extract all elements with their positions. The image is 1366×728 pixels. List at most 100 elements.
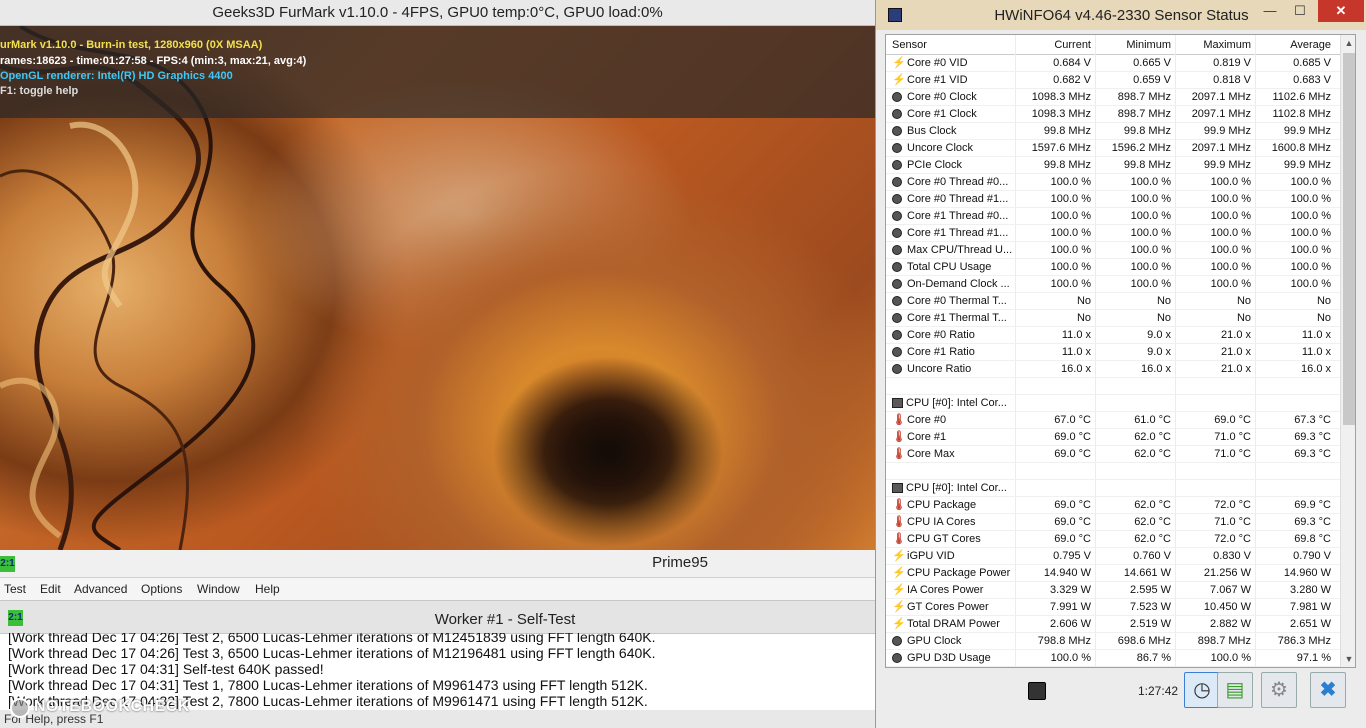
sensor-row[interactable]: Core #1 Clock 1098.3 MHz 898.7 MHz 2097.1 M… bbox=[886, 106, 1340, 123]
sensor-row[interactable]: GPU Clock 798.8 MHz 698.6 MHz 898.7 MHz 786.… bbox=[886, 633, 1340, 650]
sensor-monitor-icon[interactable] bbox=[1028, 682, 1046, 700]
sensor-row[interactable]: Core #0 Thread #1... 100.0 % 100.0 % 100.0 … bbox=[886, 191, 1340, 208]
sensor-row[interactable]: ⚡ CPU Package Power 14.940 W 14.661 W 21.256… bbox=[886, 565, 1340, 582]
sensor-current: 1098.3 MHz bbox=[1031, 91, 1091, 103]
sensor-minimum: 99.8 MHz bbox=[1123, 159, 1171, 171]
sensor-average: No bbox=[1316, 312, 1331, 324]
sensor-name: Core #1 Clock bbox=[907, 108, 977, 120]
sensor-current: 99.8 MHz bbox=[1043, 159, 1091, 171]
sensor-row[interactable]: Core #1 Thermal T... No No No No bbox=[886, 310, 1340, 327]
sensor-row[interactable]: Core #0 Thread #0... 100.0 % 100.0 % 100.0 … bbox=[886, 174, 1340, 191]
sensor-group-label: CPU [#0]: Intel Cor... bbox=[906, 397, 1007, 409]
sensor-minimum: 86.7 % bbox=[1136, 652, 1171, 664]
sensor-current: 69.0 °C bbox=[1054, 499, 1091, 511]
check-icon bbox=[10, 698, 30, 718]
sensor-row[interactable]: Max CPU/Thread U... 100.0 % 100.0 % 100.0 %… bbox=[886, 242, 1340, 259]
minimize-button[interactable]: — bbox=[1256, 0, 1284, 22]
col-sensor[interactable]: Sensor bbox=[892, 39, 927, 51]
thermometer-icon: 🌡 bbox=[892, 499, 906, 511]
close-button[interactable]: ✕ bbox=[1318, 0, 1364, 22]
sensor-row[interactable]: ⚡ Core #1 VID 0.682 V 0.659 V 0.818 V 0.683 V bbox=[886, 72, 1340, 89]
sensor-row[interactable]: Uncore Clock 1597.6 MHz 1596.2 MHz 2097.1 M… bbox=[886, 140, 1340, 157]
sensor-name: Bus Clock bbox=[907, 125, 957, 137]
sensor-row[interactable]: PCIe Clock 99.8 MHz 99.8 MHz 99.9 MHz 99.9 M… bbox=[886, 157, 1340, 174]
sensor-row[interactable]: Bus Clock 99.8 MHz 99.8 MHz 99.9 MHz 99.9 MH… bbox=[886, 123, 1340, 140]
sensor-current: 3.329 W bbox=[1050, 584, 1091, 596]
sensor-name: On-Demand Clock ... bbox=[907, 278, 1010, 290]
sensor-maximum: 100.0 % bbox=[1210, 176, 1251, 188]
sensor-row[interactable]: Total CPU Usage 100.0 % 100.0 % 100.0 % 100.… bbox=[886, 259, 1340, 276]
hwinfo-titlebar[interactable]: HWiNFO64 v4.46-2330 Sensor Status — ☐ ✕ bbox=[876, 0, 1366, 30]
sensor-name: Core #1 Thermal T... bbox=[907, 312, 1007, 324]
worker-titlebar[interactable]: 2:1 Worker #1 - Self-Test bbox=[0, 601, 875, 634]
sensor-maximum: 72.0 °C bbox=[1214, 533, 1251, 545]
prime95-titlebar[interactable]: 2:1 Prime95 bbox=[0, 550, 875, 578]
sensor-current: 14.940 W bbox=[1043, 567, 1091, 579]
sensor-average: 100.0 % bbox=[1290, 261, 1331, 273]
sensor-name: IA Cores Power bbox=[907, 584, 984, 596]
col-maximum[interactable]: Maximum bbox=[1176, 39, 1251, 51]
clock-button[interactable]: ◷ bbox=[1184, 672, 1220, 708]
sensor-minimum: 14.661 W bbox=[1123, 567, 1171, 579]
sensor-row[interactable]: ⚡ IA Cores Power 3.329 W 2.595 W 7.067 W 3.28… bbox=[886, 582, 1340, 599]
sensor-row[interactable]: Core #1 Thread #0... 100.0 % 100.0 % 100.0 … bbox=[886, 208, 1340, 225]
menu-window[interactable]: Window bbox=[197, 582, 240, 596]
scroll-down-icon[interactable]: ▼ bbox=[1341, 651, 1355, 667]
sensor-maximum: 898.7 MHz bbox=[1197, 635, 1251, 647]
sensor-row[interactable]: ⚡ GT Cores Power 7.991 W 7.523 W 10.450 W 7.9… bbox=[886, 599, 1340, 616]
sensor-row[interactable]: Core #0 Thermal T... No No No No bbox=[886, 293, 1340, 310]
sensor-row[interactable]: GPU D3D Usage 100.0 % 86.7 % 100.0 % 97.1 % bbox=[886, 650, 1340, 667]
sensor-current: 11.0 x bbox=[1061, 346, 1091, 358]
menu-help[interactable]: Help bbox=[255, 582, 280, 596]
sensor-row[interactable]: Core #1 Thread #1... 100.0 % 100.0 % 100.0 … bbox=[886, 225, 1340, 242]
lightning-icon: ⚡ bbox=[892, 601, 906, 613]
watermark-text: NOTEBOOKCHECK bbox=[34, 698, 190, 715]
sensor-row[interactable]: Core #0 Clock 1098.3 MHz 898.7 MHz 2097.1 M… bbox=[886, 89, 1340, 106]
menu-test[interactable]: Test bbox=[4, 582, 26, 596]
sensor-group-row[interactable]: CPU [#0]: Intel Cor... bbox=[886, 480, 1340, 497]
menu-advanced[interactable]: Advanced bbox=[74, 582, 127, 596]
col-current[interactable]: Current bbox=[1016, 39, 1091, 51]
sensor-row[interactable]: ⚡ Core #0 VID 0.684 V 0.665 V 0.819 V 0.685 V bbox=[886, 55, 1340, 72]
sensor-current: 2.606 W bbox=[1050, 618, 1091, 630]
hwinfo-window[interactable]: HWiNFO64 v4.46-2330 Sensor Status — ☐ ✕ … bbox=[875, 0, 1366, 728]
settings-gear-icon[interactable]: ⚙ bbox=[1261, 672, 1297, 708]
sensor-name: Core #0 Thermal T... bbox=[907, 295, 1007, 307]
sensor-row[interactable]: ⚡ iGPU VID 0.795 V 0.760 V 0.830 V 0.790 V bbox=[886, 548, 1340, 565]
menu-options[interactable]: Options bbox=[141, 582, 182, 596]
sensor-maximum: No bbox=[1236, 312, 1251, 324]
menu-edit[interactable]: Edit bbox=[40, 582, 61, 596]
sensor-row[interactable]: ⚡ Total DRAM Power 2.606 W 2.519 W 2.882 W 2.… bbox=[886, 616, 1340, 633]
sensor-row[interactable]: 🌡 CPU Package 69.0 °C 62.0 °C 72.0 °C 69.9 °C bbox=[886, 497, 1340, 514]
sensor-group-row[interactable]: CPU [#0]: Intel Cor... bbox=[886, 395, 1340, 412]
sensor-minimum: 1596.2 MHz bbox=[1111, 142, 1171, 154]
sensor-row[interactable]: 🌡 CPU GT Cores 69.0 °C 62.0 °C 72.0 °C 69.8 °… bbox=[886, 531, 1340, 548]
sensor-row[interactable]: Core #0 Ratio 11.0 x 9.0 x 21.0 x 11.0 x bbox=[886, 327, 1340, 344]
sensor-row[interactable]: 🌡 CPU IA Cores 69.0 °C 62.0 °C 71.0 °C 69.3 °… bbox=[886, 514, 1340, 531]
scrollbar-thumb[interactable] bbox=[1343, 53, 1355, 425]
sensor-row[interactable]: 🌡 Core Max 69.0 °C 62.0 °C 71.0 °C 69.3 °C bbox=[886, 446, 1340, 463]
sensor-row[interactable]: 🌡 Core #0 67.0 °C 61.0 °C 69.0 °C 67.3 °C bbox=[886, 412, 1340, 429]
furmark-window[interactable]: Geeks3D FurMark v1.10.0 - 4FPS, GPU0 tem… bbox=[0, 0, 875, 550]
logging-button[interactable]: ▤ bbox=[1217, 672, 1253, 708]
vertical-scrollbar[interactable]: ▲ ▼ bbox=[1340, 35, 1355, 667]
hwinfo-toolbar: 1:27:42 ◷ ▤ ⚙ ✖ bbox=[876, 672, 1366, 728]
close-sensors-icon[interactable]: ✖ bbox=[1310, 672, 1346, 708]
scroll-up-icon[interactable]: ▲ bbox=[1341, 35, 1355, 51]
col-minimum[interactable]: Minimum bbox=[1096, 39, 1171, 51]
furmark-title[interactable]: Geeks3D FurMark v1.10.0 - 4FPS, GPU0 tem… bbox=[0, 0, 875, 26]
sensor-minimum: 100.0 % bbox=[1130, 244, 1171, 256]
sensor-table[interactable]: Sensor Current Minimum Maximum Average ⚡… bbox=[885, 34, 1356, 668]
col-average[interactable]: Average bbox=[1256, 39, 1331, 51]
sensor-row[interactable]: 🌡 Core #1 69.0 °C 62.0 °C 71.0 °C 69.3 °C bbox=[886, 429, 1340, 446]
spacer-row bbox=[886, 378, 1340, 395]
maximize-button[interactable]: ☐ bbox=[1286, 0, 1314, 22]
sensor-maximum: 100.0 % bbox=[1210, 227, 1251, 239]
cpu-chip-icon bbox=[892, 398, 903, 408]
sensor-name: Core #0 VID bbox=[907, 57, 968, 69]
sensor-row[interactable]: Core #1 Ratio 11.0 x 9.0 x 21.0 x 11.0 x bbox=[886, 344, 1340, 361]
sensor-name: Total DRAM Power bbox=[907, 618, 1000, 630]
sensor-row[interactable]: Uncore Ratio 16.0 x 16.0 x 21.0 x 16.0 x bbox=[886, 361, 1340, 378]
gauge-icon bbox=[892, 211, 902, 221]
sensor-row[interactable]: On-Demand Clock ... 100.0 % 100.0 % 100.0 %… bbox=[886, 276, 1340, 293]
